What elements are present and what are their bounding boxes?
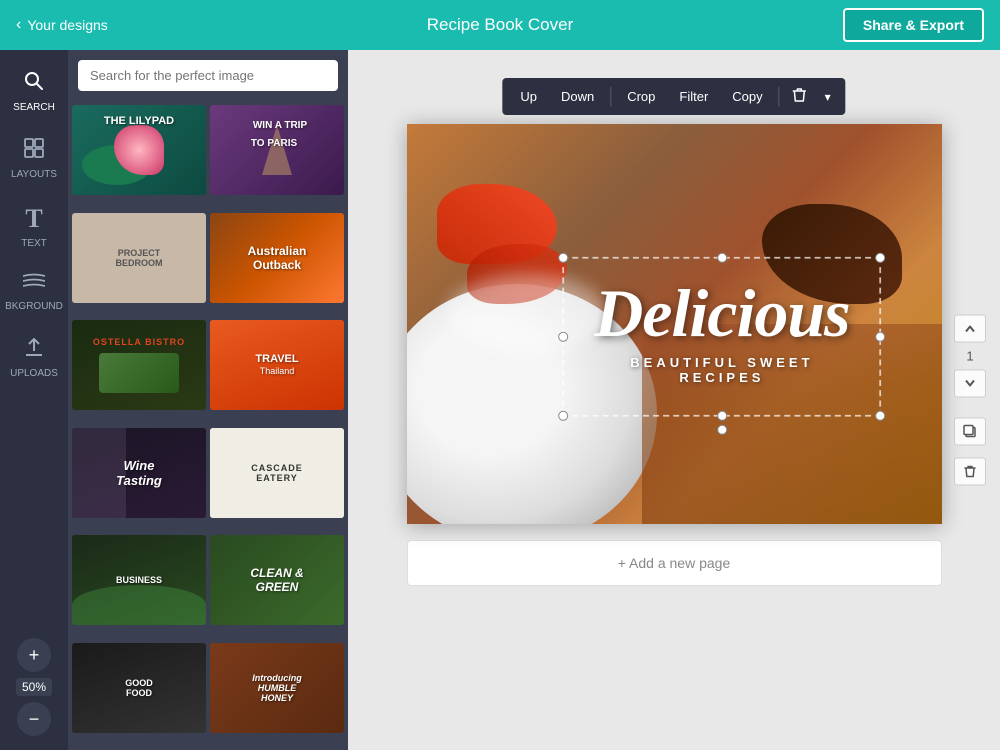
back-chevron-icon: ‹ [16,16,21,34]
lilypad-label: THE LILYPAD [98,109,180,133]
template-business[interactable]: BUSINESS [72,535,206,625]
layer-down-button[interactable] [954,370,986,398]
document-title: Recipe Book Cover [427,15,573,35]
text-label: TEXT [21,238,47,249]
template-outback[interactable]: AustralianOutback [210,213,344,303]
honey-label: IntroducingHUMBLEHONEY [246,667,308,709]
canvas-title: Delicious [594,275,849,351]
back-button[interactable]: ‹ Your designs [16,16,108,34]
more-options-button[interactable]: ▾ [818,86,838,108]
sidebar-panel: THE LILYPAD WIN A TRIPTO PARIS PROJECTBE… [68,50,348,750]
layer-up-button[interactable] [954,315,986,343]
background-icon [23,273,45,297]
template-bedroom[interactable]: PROJECTBEDROOM [72,213,206,303]
outback-label: AustralianOutback [242,238,313,278]
right-controls: 1 [954,315,986,486]
sidebar-item-layouts[interactable]: LAYOUTS [0,125,68,192]
clean-label: CLEAN &GREEN [244,560,309,600]
uploads-icon [23,336,45,364]
bistro-label: OSTELLA BISTRO [93,337,185,347]
up-button[interactable]: Up [510,85,547,108]
template-lilypad[interactable]: THE LILYPAD [72,105,206,195]
business-label: BUSINESS [110,569,168,591]
sidebar-item-uploads[interactable]: UPLOADS [0,324,68,391]
template-grid: THE LILYPAD WIN A TRIPTO PARIS PROJECTBE… [68,101,348,750]
handle-tl[interactable] [558,253,568,263]
travel-label: TRAVELThailand [249,347,304,383]
sidebar-item-background[interactable]: BKGROUND [0,261,68,324]
filter-button[interactable]: Filter [669,85,718,108]
copy-button[interactable]: Copy [722,85,772,108]
template-wine[interactable]: WineTasting [72,428,206,518]
trip-label: WIN A TRIPTO PARIS [247,114,307,155]
rotation-handle[interactable] [717,425,727,435]
page-number: 1 [966,349,973,364]
wine-label: WineTasting [110,452,168,494]
delete-layer-button[interactable] [954,458,986,486]
template-trip[interactable]: WIN A TRIPTO PARIS [210,105,344,195]
handle-ml[interactable] [558,332,568,342]
sidebar-item-text[interactable]: T TEXT [0,192,68,261]
design-canvas[interactable]: Delicious BEAUTIFUL SWEET RECIPES [407,124,942,524]
add-page-button[interactable]: + Add a new page [407,540,942,586]
copy-layer-button[interactable] [954,418,986,446]
main-content: SEARCH LAYOUTS T TEXT [0,50,1000,750]
sidebar-item-search[interactable]: SEARCH [0,58,68,125]
search-label: SEARCH [13,102,55,113]
template-cascade[interactable]: CASCADEEATERY [210,428,344,518]
element-toolbar: Up Down Crop Filter Copy ▾ [502,78,845,115]
topbar: ‹ Your designs Recipe Book Cover Share &… [0,0,1000,50]
cascade-label: CASCADEEATERY [245,457,309,489]
background-label: BKGROUND [5,301,63,312]
template-travel[interactable]: TRAVELThailand [210,320,344,410]
toolbar-divider-2 [779,87,780,107]
text-icon: T [25,204,42,234]
toolbar-divider-1 [610,87,611,107]
handle-bl[interactable] [558,411,568,421]
search-icon [23,70,45,98]
canvas-subtitle: BEAUTIFUL SWEET RECIPES [594,355,849,385]
canvas-area: Up Down Crop Filter Copy ▾ [348,50,1000,750]
crop-button[interactable]: Crop [617,85,665,108]
share-export-button[interactable]: Share & Export [843,8,984,42]
handle-bm[interactable] [717,411,727,421]
search-input[interactable] [78,60,338,91]
down-button[interactable]: Down [551,85,604,108]
template-bistro[interactable]: OSTELLA BISTRO [72,320,206,410]
search-container [68,50,348,101]
template-honey[interactable]: IntroducingHUMBLEHONEY [210,643,344,733]
handle-mr[interactable] [876,332,886,342]
canvas-wrapper: Up Down Crop Filter Copy ▾ [407,80,942,586]
canvas-text-group[interactable]: Delicious BEAUTIFUL SWEET RECIPES [562,257,881,417]
uploads-label: UPLOADS [10,368,58,379]
layouts-label: LAYOUTS [11,169,57,180]
template-clean[interactable]: CLEAN &GREEN [210,535,344,625]
handle-tm[interactable] [717,253,727,263]
layouts-icon [23,137,45,165]
delete-button[interactable] [786,83,814,110]
template-city[interactable]: GOODFOOD [72,643,206,733]
bedroom-label: PROJECTBEDROOM [110,242,169,274]
city-label: GOODFOOD [119,672,159,704]
back-label: Your designs [27,17,107,33]
